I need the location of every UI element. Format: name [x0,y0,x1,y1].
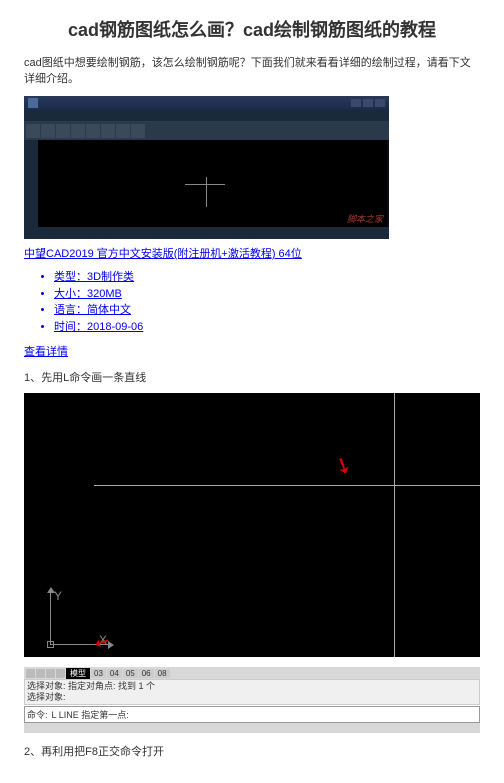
tab-next-icon[interactable] [46,669,55,678]
download-link[interactable]: 中望CAD2019 官方中文安装版(附注册机+激活教程) 64位 [24,245,480,261]
cad-logo-icon [28,98,38,108]
cad-canvas [38,140,387,227]
meta-time-label: 时间： [54,321,87,333]
maximize-icon [363,99,373,107]
command-input-row[interactable]: 命令: L LINE 指定第一点: [24,706,480,723]
tab-layout-06[interactable]: 06 [139,669,154,678]
page-title: cad钢筋图纸怎么画？cad绘制钢筋图纸的教程 [24,16,480,42]
tab-last-icon[interactable] [56,669,65,678]
meta-size-value: 320MB [87,288,122,300]
cad-statusbar [24,227,389,239]
ribbon-button [41,124,55,138]
meta-lang[interactable]: 语言：简体中文 [54,302,480,319]
meta-type-label: 类型： [54,271,87,283]
ribbon-button [116,124,130,138]
step-2-text: 2、再利用把F8正交命令打开 [24,743,480,759]
ribbon-button [71,124,85,138]
ribbon-button [101,124,115,138]
meta-time-value: 2018-09-06 [87,321,143,333]
meta-type[interactable]: 类型：3D制作类 [54,269,480,286]
tab-model[interactable]: 模型 [66,668,90,679]
meta-lang-value: 简体中文 [87,304,131,316]
meta-size[interactable]: 大小：320MB [54,286,480,303]
ribbon-button [26,124,40,138]
cad-app-screenshot: 脚本之家 [24,96,389,239]
cad-titlebar [24,96,389,110]
cad-step1-screenshot: ➘ Y X ➘ [24,393,480,657]
ribbon-button [131,124,145,138]
drawn-line-horizontal [94,485,480,486]
software-meta-list: 类型：3D制作类 大小：320MB 语言：简体中文 时间：2018-09-06 [24,269,480,335]
cad-menubar [24,110,389,122]
meta-size-label: 大小： [54,288,87,300]
close-icon [375,99,385,107]
ucs-y-axis [50,591,51,645]
crosshair-vertical [394,393,395,657]
axis-y-label: Y [54,589,62,603]
red-arrow-annotation: ➘ [329,450,357,481]
ribbon-button [86,124,100,138]
meta-type-value: 3D制作类 [87,271,134,283]
cad-left-toolbar [24,140,38,227]
command-input-text: L LINE 指定第一点: [52,708,477,721]
ucs-y-arrowhead-icon [47,587,55,593]
minimize-icon [351,99,361,107]
step-1-text: 1、先用L命令画一条直线 [24,369,480,385]
tab-layout-08[interactable]: 08 [155,669,170,678]
tab-layout-03[interactable]: 03 [91,669,106,678]
intro-text: cad图纸中想要绘制钢筋，该怎么绘制钢筋呢？下面我们就来看看详细的绘制过程，请看… [24,54,480,86]
command-history-line: 选择对象: [27,692,477,703]
meta-lang-label: 语言： [54,304,87,316]
ribbon-button [56,124,70,138]
command-history: 选择对象: 指定对角点: 找到 1 个 选择对象: [24,679,480,705]
red-arrow-annotation-2: ➘ [89,631,114,654]
watermark-text: 脚本之家 [347,212,383,225]
tab-layout-05[interactable]: 05 [123,669,138,678]
command-history-line: 选择对象: 指定对角点: 找到 1 个 [27,681,477,692]
tab-prev-icon[interactable] [36,669,45,678]
layout-tabbar: 模型 03 04 05 06 08 [24,667,480,679]
ucs-origin-box [47,641,54,648]
crosshair-vertical [206,177,207,207]
view-details-link[interactable]: 查看详情 [24,343,480,359]
tab-layout-04[interactable]: 04 [107,669,122,678]
cad-bottom-statusbar [24,723,480,733]
meta-time[interactable]: 时间：2018-09-06 [54,319,480,336]
tab-first-icon[interactable] [26,669,35,678]
command-label: 命令: [27,708,48,721]
cad-ribbon [24,122,389,140]
